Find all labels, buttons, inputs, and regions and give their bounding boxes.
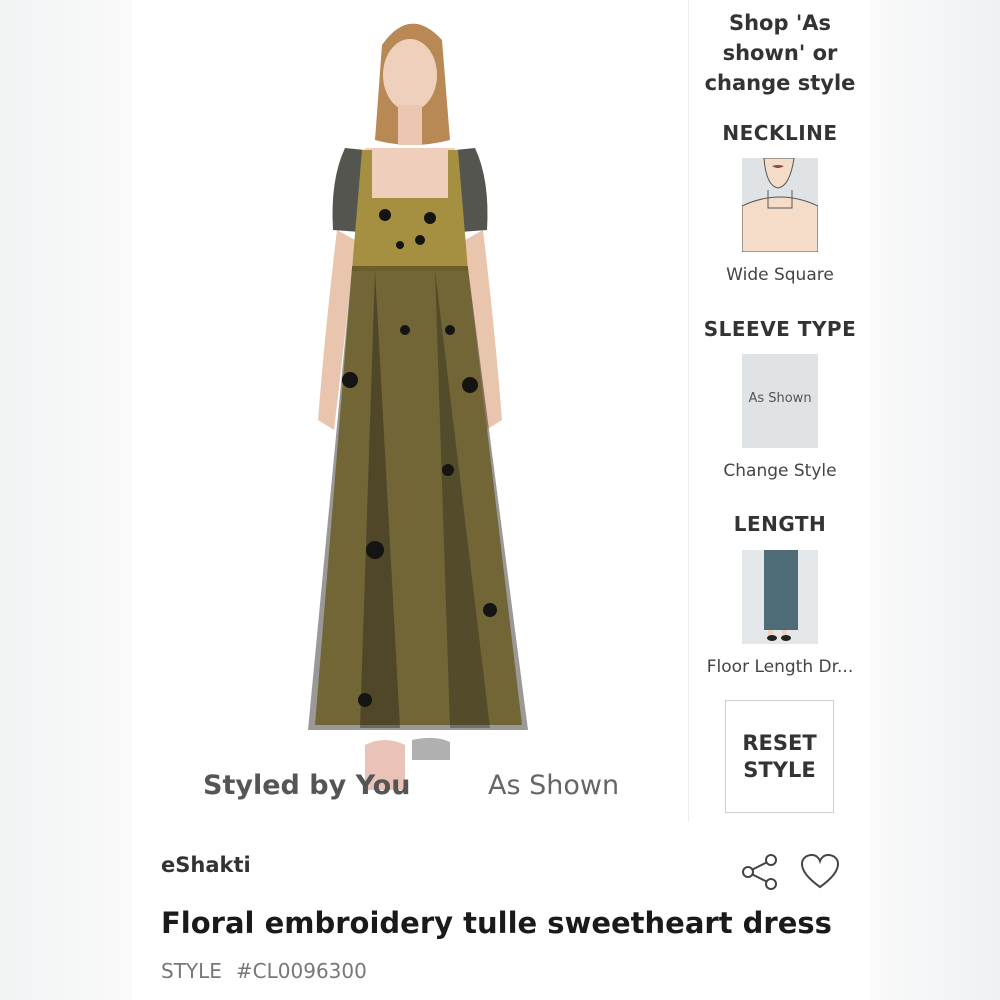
style-code: #CL0096300 (235, 959, 367, 983)
reset-style-button[interactable]: RESET STYLE (725, 700, 834, 813)
section-title-neckline: NECKLINE (722, 121, 838, 145)
sleeve-swatch-text: As Shown (748, 391, 812, 406)
panel-divider (688, 0, 689, 822)
style-label: STYLE (161, 959, 222, 983)
product-title: Floral embroidery tulle sweetheart dress (161, 906, 832, 940)
product-photo[interactable] (150, 0, 670, 800)
section-title-sleeve-type: SLEEVE TYPE (703, 317, 857, 341)
section-title-length: LENGTH (733, 512, 827, 536)
length-illustration (742, 550, 818, 644)
sleeve-swatch[interactable]: As Shown (742, 354, 818, 448)
option-length[interactable]: Floor Length Dr... (690, 657, 870, 677)
neckline-swatch[interactable] (742, 158, 818, 252)
share-icon[interactable] (740, 852, 780, 892)
tab-styled-by-you[interactable]: Styled by You (203, 770, 410, 801)
option-neckline[interactable]: Wide Square (690, 265, 870, 285)
heart-icon[interactable] (800, 853, 840, 891)
neckline-illustration (742, 158, 818, 252)
option-sleeve-type[interactable]: Change Style (690, 461, 870, 481)
style-code-line: STYLE #CL0096300 (161, 959, 381, 983)
length-swatch[interactable] (742, 550, 818, 644)
tab-as-shown[interactable]: As Shown (488, 770, 619, 801)
panel-heading: Shop 'As shown' or change style (704, 11, 856, 95)
brand-name[interactable]: eShakti (161, 853, 251, 877)
reset-style-label: RESET STYLE (742, 730, 817, 782)
